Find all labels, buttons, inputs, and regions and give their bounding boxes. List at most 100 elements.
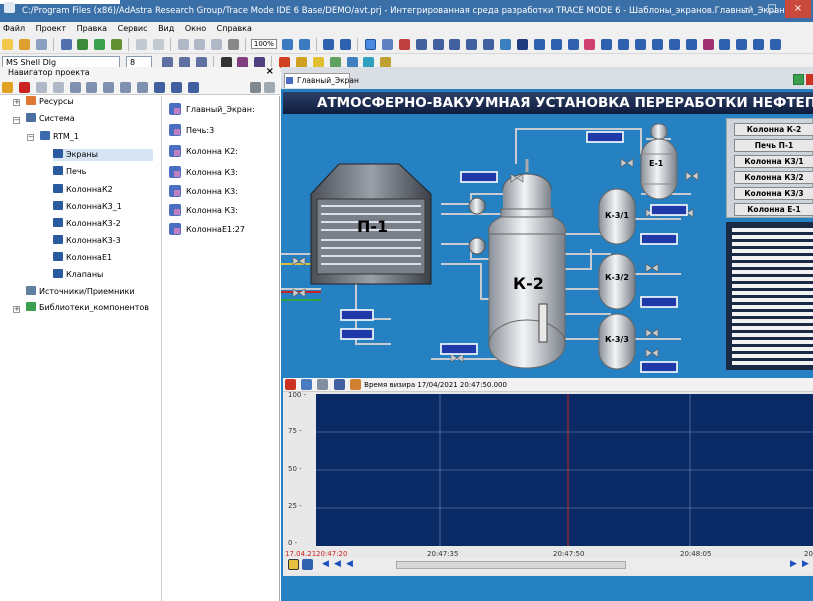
tab-main-screen[interactable]: Главный_Экран [284, 73, 359, 88]
table2-icon[interactable] [651, 39, 663, 50]
nav-export-icon[interactable] [137, 82, 148, 93]
graph-icon[interactable] [533, 39, 545, 50]
frame-icon[interactable] [466, 39, 478, 50]
trend-save-icon[interactable] [288, 559, 299, 570]
build-icon[interactable] [111, 39, 123, 50]
nav-button-k3-1[interactable]: Колонна К3/1 [734, 155, 813, 168]
paste-icon[interactable] [211, 39, 223, 50]
tree-item-valves[interactable]: Клапаны [53, 269, 103, 281]
trend-icon[interactable] [550, 39, 562, 50]
scroll-back-icon[interactable]: ◀ [346, 559, 353, 569]
menu-project[interactable]: Проект [36, 24, 66, 33]
nav-paste-icon[interactable] [86, 82, 98, 93]
stop-icon[interactable] [806, 74, 813, 85]
group-icon[interactable] [719, 39, 731, 50]
tree-item-e1[interactable]: КолоннаЕ1 [53, 252, 112, 264]
tree-item-furnace[interactable]: Печь [53, 166, 86, 178]
tree-item-resources[interactable]: Ресурсы [26, 96, 74, 108]
close-window-button[interactable]: × [785, 0, 811, 18]
tree-item-system[interactable]: Система [26, 113, 75, 125]
events-icon[interactable] [618, 39, 630, 50]
trend-clock-icon[interactable] [349, 379, 361, 390]
trend-grid-icon[interactable] [317, 379, 329, 390]
copy-icon[interactable] [194, 39, 206, 50]
cut-icon[interactable] [177, 39, 189, 50]
trend-scrollbar[interactable]: ◀ ◀ ◀ ▶ ▶ [286, 558, 813, 572]
help-icon[interactable] [60, 39, 72, 50]
pointer-icon[interactable] [365, 39, 377, 50]
scroll-forward-icon[interactable]: ▶ [790, 559, 797, 569]
nav-button-furnace[interactable]: Печь П-1 [734, 139, 813, 152]
list-icon[interactable] [668, 39, 680, 50]
tree-item-screens[interactable]: Экраны [53, 149, 153, 161]
trend-plot[interactable] [316, 394, 813, 546]
scroll-prev-icon[interactable]: ◀ [334, 559, 341, 569]
nav-props-icon[interactable] [103, 82, 115, 93]
list-item[interactable]: Колонна К2: [169, 145, 238, 157]
tree-expander-resources[interactable]: + [13, 99, 20, 106]
nav-delete-icon[interactable] [18, 82, 30, 93]
maximize-button[interactable]: □ [759, 0, 785, 18]
tree-item-sources[interactable]: Источники/Приемники [26, 286, 135, 298]
nav-button-k2[interactable]: Колонна К-2 [734, 123, 813, 136]
text-icon[interactable] [398, 39, 410, 50]
save-icon[interactable] [35, 39, 47, 50]
nav-new-icon[interactable] [2, 82, 13, 93]
open-icon[interactable] [18, 39, 30, 50]
line-icon[interactable] [381, 39, 393, 50]
menu-window[interactable]: Окно [185, 24, 206, 33]
table-icon[interactable] [415, 39, 427, 50]
trend-clear-icon[interactable] [285, 379, 296, 390]
list-item[interactable]: Колонна К3: [169, 204, 238, 216]
menu-view[interactable]: Вид [158, 24, 174, 33]
nav-undo-icon[interactable] [35, 82, 47, 93]
layer-icon[interactable] [736, 39, 748, 50]
nav-button-k3-3[interactable]: Колонна К3/3 [734, 187, 813, 200]
menu-service[interactable]: Сервис [118, 24, 148, 33]
scroll-first-icon[interactable]: ◀ [322, 559, 329, 569]
nav-copy-icon[interactable] [69, 82, 81, 93]
tree-item-k3-1[interactable]: КолоннаК3_1 [53, 201, 122, 213]
navigator-close-button[interactable]: × [266, 66, 274, 78]
nav-button-k3-2[interactable]: Колонна К3/2 [734, 171, 813, 184]
link-icon[interactable] [94, 39, 106, 50]
nav-pin-icon[interactable] [264, 82, 275, 93]
scroll-next-icon[interactable]: ▶ [802, 559, 809, 569]
cross-icon[interactable] [483, 39, 495, 50]
menu-file[interactable]: Файл [3, 24, 25, 33]
lens-icon[interactable] [770, 39, 782, 50]
valve-icon[interactable] [753, 39, 765, 50]
chart-icon[interactable] [567, 39, 579, 50]
undo-icon[interactable] [135, 39, 147, 50]
rect-icon[interactable] [432, 39, 444, 50]
tree-item-k3-3[interactable]: КолоннаК3-3 [53, 235, 121, 247]
tree-expander-rtm1[interactable]: − [27, 134, 34, 141]
color-icon[interactable] [702, 39, 714, 50]
zoom-select[interactable]: 100% [250, 39, 277, 49]
tree-item-k3-2[interactable]: КолоннаК3-2 [53, 218, 121, 230]
minimize-button[interactable]: – [733, 0, 759, 18]
list-item[interactable]: Колонна К3: [169, 166, 238, 178]
tree-item-rtm1[interactable]: RTM_1 [40, 131, 79, 143]
nav-find-icon[interactable] [153, 82, 165, 93]
nav-settings-icon[interactable] [250, 82, 261, 93]
grid-icon[interactable] [323, 39, 335, 50]
nav-link-icon[interactable] [120, 82, 132, 93]
tree-item-libraries[interactable]: Библиотеки_компонентов [26, 302, 149, 312]
abc-icon[interactable] [584, 39, 596, 50]
tree-icon[interactable] [77, 39, 89, 50]
tree-expander-libraries[interactable]: + [13, 306, 20, 313]
nav-button-e1[interactable]: Колонна Е-1 [734, 203, 813, 216]
trend-zoom-icon[interactable] [301, 379, 313, 390]
list-item[interactable]: Печь:3 [169, 124, 214, 136]
nav-filter-icon[interactable] [170, 82, 182, 93]
list-item[interactable]: КолоннаЕ1:27 [169, 223, 245, 235]
list-item[interactable]: Колонна К3: [169, 185, 238, 197]
image-icon[interactable] [500, 39, 512, 50]
zoom-in-icon[interactable] [281, 39, 293, 50]
media-icon[interactable] [685, 39, 697, 50]
tree-item-k2[interactable]: КолоннаК2 [53, 184, 113, 196]
run-icon[interactable] [793, 74, 804, 85]
delete-icon[interactable] [228, 39, 240, 50]
magnet-icon[interactable] [340, 39, 352, 50]
